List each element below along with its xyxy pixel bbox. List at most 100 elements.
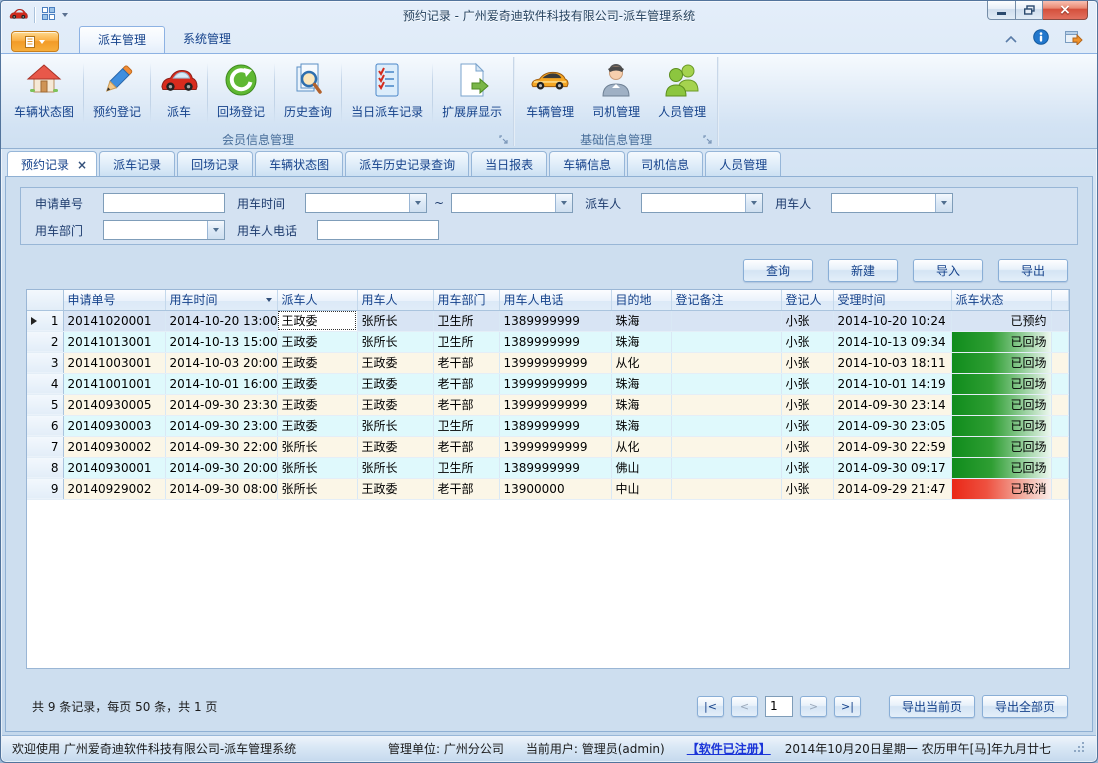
query-button[interactable]: 查询 bbox=[743, 259, 813, 282]
prev-page-button[interactable]: < bbox=[731, 696, 758, 717]
grid-cell[interactable]: 小张 bbox=[781, 478, 833, 499]
combo-dropdown-icon[interactable] bbox=[409, 194, 426, 212]
grid-cell[interactable]: 从化 bbox=[611, 352, 671, 373]
grid-cell[interactable]: 1389999999 bbox=[499, 331, 611, 352]
grid-cell[interactable]: 老干部 bbox=[433, 436, 499, 457]
grid-cell[interactable] bbox=[671, 373, 781, 394]
phone-input[interactable] bbox=[317, 220, 439, 240]
grid-cell[interactable]: 张所长 bbox=[357, 331, 433, 352]
grid-cell[interactable]: 小张 bbox=[781, 373, 833, 394]
grid-cell[interactable]: 张所长 bbox=[357, 310, 433, 331]
import-button[interactable]: 导入 bbox=[913, 259, 983, 282]
column-header[interactable]: 用车人 bbox=[357, 290, 433, 310]
combo-dropdown-icon[interactable] bbox=[745, 194, 762, 212]
grid-cell[interactable] bbox=[671, 436, 781, 457]
grid-cell[interactable] bbox=[671, 394, 781, 415]
grid-cell[interactable]: 王政委 bbox=[277, 394, 357, 415]
use-time-from-combo[interactable] bbox=[305, 193, 427, 213]
grid-cell[interactable]: 2014-09-30 22:59 bbox=[833, 436, 951, 457]
export-all-pages-button[interactable]: 导出全部页 bbox=[982, 695, 1068, 718]
grid-cell[interactable]: 老干部 bbox=[433, 352, 499, 373]
grid-cell[interactable]: 13999999999 bbox=[499, 436, 611, 457]
dialog-launcher-icon[interactable] bbox=[703, 133, 712, 147]
grid-cell[interactable] bbox=[671, 310, 781, 331]
return-register-button[interactable]: 回场登记 bbox=[208, 57, 274, 129]
request-no-input[interactable] bbox=[103, 193, 225, 213]
grid-cell[interactable]: 珠海 bbox=[611, 373, 671, 394]
grid-cell[interactable]: 老干部 bbox=[433, 394, 499, 415]
grid-cell[interactable]: 卫生所 bbox=[433, 415, 499, 436]
table-row[interactable]: 3201410030012014-10-03 20:00王政委王政委老干部139… bbox=[27, 352, 1069, 373]
grid-cell[interactable]: 2014-09-30 09:17 bbox=[833, 457, 951, 478]
quick-access-dropdown-icon[interactable] bbox=[62, 13, 68, 17]
column-header[interactable]: 用车部门 bbox=[433, 290, 499, 310]
grid-cell[interactable]: 老干部 bbox=[433, 373, 499, 394]
grid-cell[interactable]: 王政委 bbox=[277, 352, 357, 373]
grid-cell[interactable]: 小张 bbox=[781, 436, 833, 457]
grid-cell[interactable] bbox=[671, 415, 781, 436]
grid-cell[interactable]: 13999999999 bbox=[499, 373, 611, 394]
grid-cell[interactable]: 王政委 bbox=[277, 310, 357, 331]
vehicle-status-map-button[interactable]: 车辆状态图 bbox=[5, 57, 83, 129]
grid-cell[interactable]: 王政委 bbox=[277, 331, 357, 352]
grid-cell[interactable]: 2014-10-03 18:11 bbox=[833, 352, 951, 373]
grid-cell[interactable]: 2014-10-13 15:00 bbox=[165, 331, 277, 352]
grid-cell[interactable]: 珠海 bbox=[611, 415, 671, 436]
minimize-button[interactable] bbox=[987, 1, 1016, 20]
grid-cell[interactable]: 2014-09-30 23:30 bbox=[165, 394, 277, 415]
grid-cell[interactable]: 张所长 bbox=[357, 415, 433, 436]
today-dispatch-records-button[interactable]: 当日派车记录 bbox=[342, 57, 432, 129]
use-time-to-combo[interactable] bbox=[451, 193, 573, 213]
grid-cell[interactable]: 张所长 bbox=[357, 457, 433, 478]
grid-cell[interactable]: 王政委 bbox=[277, 373, 357, 394]
grid-cell[interactable]: 小张 bbox=[781, 415, 833, 436]
grid-cell[interactable]: 1389999999 bbox=[499, 310, 611, 331]
column-header[interactable]: 派车人 bbox=[277, 290, 357, 310]
grid-cell[interactable]: 20141013001 bbox=[63, 331, 165, 352]
grid-cell[interactable]: 2014-09-30 08:00 bbox=[165, 478, 277, 499]
grid-cell[interactable]: 珠海 bbox=[611, 310, 671, 331]
export-current-page-button[interactable]: 导出当前页 bbox=[889, 695, 975, 718]
table-row[interactable]: 5201409300052014-09-30 23:30王政委王政委老干部139… bbox=[27, 394, 1069, 415]
grid-cell[interactable]: 2014-10-13 09:34 bbox=[833, 331, 951, 352]
grid-cell[interactable] bbox=[671, 478, 781, 499]
grid-cell[interactable]: 20140930001 bbox=[63, 457, 165, 478]
table-row[interactable]: 1201410200012014-10-20 13:00王政委张所长卫生所138… bbox=[27, 310, 1069, 331]
table-row[interactable]: 8201409300012014-09-30 20:00张所长张所长卫生所138… bbox=[27, 457, 1069, 478]
grid-cell[interactable]: 20140929002 bbox=[63, 478, 165, 499]
resize-grip-icon[interactable] bbox=[1073, 741, 1086, 757]
grid-cell[interactable]: 小张 bbox=[781, 331, 833, 352]
column-header[interactable]: 申请单号 bbox=[63, 290, 165, 310]
doc-tab-return-records[interactable]: 回场记录 bbox=[177, 151, 253, 177]
grid-cell[interactable]: 小张 bbox=[781, 394, 833, 415]
doc-tab-reservation-records[interactable]: 预约记录× bbox=[7, 151, 97, 177]
about-window-icon[interactable] bbox=[1065, 29, 1083, 48]
grid-cell[interactable]: 珠海 bbox=[611, 394, 671, 415]
grid-cell[interactable]: 20140930005 bbox=[63, 394, 165, 415]
department-combo[interactable] bbox=[103, 220, 225, 240]
combo-dropdown-icon[interactable] bbox=[555, 194, 572, 212]
table-row[interactable]: 4201410010012014-10-01 16:00王政委王政委老干部139… bbox=[27, 373, 1069, 394]
quick-access-toolbar-icon[interactable] bbox=[41, 6, 56, 24]
grid-cell[interactable]: 从化 bbox=[611, 436, 671, 457]
grid-cell[interactable]: 张所长 bbox=[277, 436, 357, 457]
grid-cell[interactable]: 2014-10-20 13:00 bbox=[165, 310, 277, 331]
grid-cell[interactable]: 张所长 bbox=[277, 478, 357, 499]
column-header[interactable]: 用车人电话 bbox=[499, 290, 611, 310]
doc-tab-driver-info[interactable]: 司机信息 bbox=[627, 151, 703, 177]
table-row[interactable]: 2201410130012014-10-13 15:00王政委张所长卫生所138… bbox=[27, 331, 1069, 352]
grid-cell[interactable]: 张所长 bbox=[277, 457, 357, 478]
close-button[interactable]: × bbox=[1043, 1, 1088, 20]
grid-cell[interactable]: 2014-09-30 20:00 bbox=[165, 457, 277, 478]
grid-cell[interactable]: 2014-10-01 14:19 bbox=[833, 373, 951, 394]
column-header[interactable]: 登记人 bbox=[781, 290, 833, 310]
ribbon-tab-dispatch-mgmt[interactable]: 派车管理 bbox=[79, 26, 165, 53]
grid-cell[interactable]: 20140930002 bbox=[63, 436, 165, 457]
grid-cell[interactable]: 20141001001 bbox=[63, 373, 165, 394]
column-header[interactable]: 登记备注 bbox=[671, 290, 781, 310]
grid-cell[interactable] bbox=[671, 331, 781, 352]
collapse-ribbon-icon[interactable] bbox=[1005, 32, 1017, 46]
table-row[interactable]: 6201409300032014-09-30 23:00王政委张所长卫生所138… bbox=[27, 415, 1069, 436]
doc-tab-personnel-mgmt[interactable]: 人员管理 bbox=[705, 151, 781, 177]
column-header[interactable]: 用车时间 bbox=[165, 290, 277, 310]
